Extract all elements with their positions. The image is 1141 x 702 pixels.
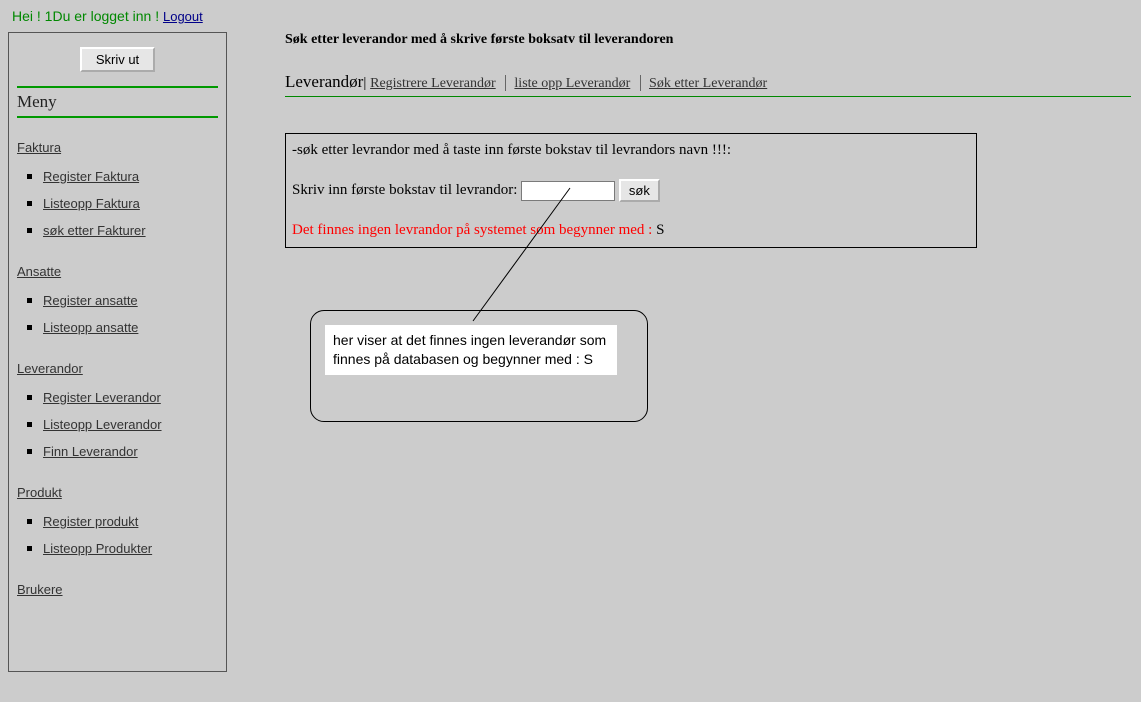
menu-link-listeopp-faktura[interactable]: Listeopp Faktura <box>43 196 140 211</box>
menu-link-sok-fakturer[interactable]: søk etter Fakturer <box>43 223 146 238</box>
search-input[interactable] <box>521 181 615 201</box>
list-item: Finn Leverandor <box>43 444 218 459</box>
menu-link-finn-leverandor[interactable]: Finn Leverandor <box>43 444 138 459</box>
page-title: Søk etter leverandor med å skrive første… <box>285 32 1131 48</box>
menu-link-listeopp-ansatte[interactable]: Listeopp ansatte <box>43 320 138 335</box>
list-item: Listeopp Produkter <box>43 541 218 556</box>
search-button[interactable]: søk <box>619 179 660 202</box>
callout-text: her viser at det finnes ingen leverandør… <box>325 325 617 375</box>
print-button[interactable]: Skriv ut <box>80 47 155 72</box>
menu-title: Meny <box>17 86 218 118</box>
list-item: Register Leverandor <box>43 390 218 405</box>
menu-link-listeopp-produkter[interactable]: Listeopp Produkter <box>43 541 152 556</box>
subnav-link-registrere[interactable]: Registrere Leverandør <box>370 76 496 91</box>
subnav-lead: Leverandør <box>285 72 363 91</box>
error-message: Det finnes ingen levrandor på systemet s… <box>292 222 970 239</box>
list-item: Listeopp Leverandor <box>43 417 218 432</box>
header-bar: Hei ! 1Du er logget inn ! Logout <box>0 0 1141 32</box>
logout-link[interactable]: Logout <box>163 9 203 24</box>
subnav-link-listeopp[interactable]: liste opp Leverandør <box>514 76 630 91</box>
section-ansatte[interactable]: Ansatte <box>17 264 218 279</box>
menu-link-listeopp-leverandor[interactable]: Listeopp Leverandor <box>43 417 162 432</box>
search-box: -søk etter levrandor med å taste inn før… <box>285 133 977 248</box>
menu-link-register-produkt[interactable]: Register produkt <box>43 514 138 529</box>
callout: her viser at det finnes ingen leverandør… <box>310 310 648 422</box>
section-produkt[interactable]: Produkt <box>17 485 218 500</box>
menu-link-register-ansatte[interactable]: Register ansatte <box>43 293 138 308</box>
list-item: Listeopp Faktura <box>43 196 218 211</box>
section-brukere[interactable]: Brukere <box>17 582 218 597</box>
section-faktura[interactable]: Faktura <box>17 140 218 155</box>
menu-link-register-leverandor[interactable]: Register Leverandor <box>43 390 161 405</box>
greeting-text: Hei ! 1Du er logget inn ! <box>12 8 163 24</box>
sidebar: Skriv ut Meny Faktura Register Faktura L… <box>8 32 227 672</box>
search-instruction: -søk etter levrandor med å taste inn før… <box>292 142 970 159</box>
list-item: søk etter Fakturer <box>43 223 218 238</box>
section-leverandor[interactable]: Leverandor <box>17 361 218 376</box>
error-prefix: Det finnes ingen levrandor på systemet s… <box>292 222 656 238</box>
error-letter: S <box>656 222 664 238</box>
search-label: Skriv inn første bokstav til levrandor: <box>292 182 521 198</box>
subnav: Leverandør| Registrere Leverandør liste … <box>285 72 1131 97</box>
list-item: Register produkt <box>43 514 218 529</box>
menu-link-register-faktura[interactable]: Register Faktura <box>43 169 139 184</box>
list-item: Register ansatte <box>43 293 218 308</box>
list-item: Listeopp ansatte <box>43 320 218 335</box>
list-item: Register Faktura <box>43 169 218 184</box>
subnav-link-sok[interactable]: Søk etter Leverandør <box>649 76 767 91</box>
sidebar-scroll[interactable]: Skriv ut Meny Faktura Register Faktura L… <box>9 33 226 671</box>
